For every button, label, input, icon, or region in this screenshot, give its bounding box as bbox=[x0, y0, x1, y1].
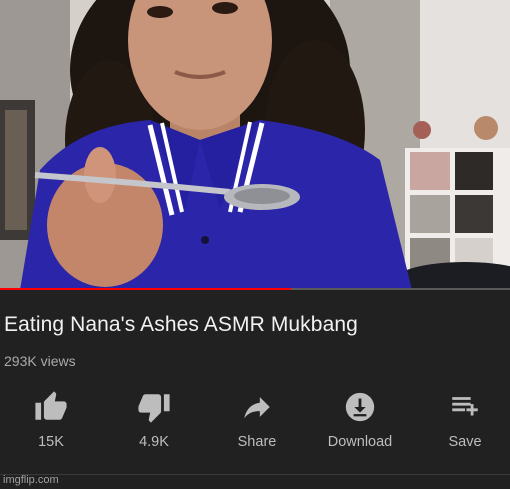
save-label: Save bbox=[448, 434, 482, 450]
download-icon bbox=[343, 390, 377, 424]
video-player[interactable] bbox=[0, 0, 510, 290]
save-button[interactable]: Save bbox=[415, 390, 510, 456]
action-row: 15K 4.9K Share Download Save bbox=[0, 390, 510, 460]
download-button[interactable]: Download bbox=[310, 390, 410, 456]
progress-fill bbox=[0, 288, 291, 290]
playlist-add-icon bbox=[448, 390, 482, 424]
view-count: 293K views bbox=[4, 353, 76, 369]
download-label: Download bbox=[327, 434, 393, 450]
like-count: 15K bbox=[38, 434, 64, 450]
video-title: Eating Nana's Ashes ASMR Mukbang bbox=[4, 313, 358, 336]
share-label: Share bbox=[237, 434, 277, 450]
share-icon bbox=[240, 390, 274, 424]
thumbs-down-icon bbox=[137, 390, 171, 424]
video-thumbnail-image bbox=[0, 0, 510, 290]
dislike-button[interactable]: 4.9K bbox=[104, 390, 204, 456]
watermark: imgflip.com bbox=[3, 474, 59, 486]
like-button[interactable]: 15K bbox=[1, 390, 101, 456]
dislike-count: 4.9K bbox=[139, 434, 169, 450]
divider bbox=[0, 474, 510, 475]
progress-bar[interactable] bbox=[0, 288, 510, 290]
thumbs-up-icon bbox=[34, 390, 68, 424]
share-button[interactable]: Share bbox=[207, 390, 307, 456]
